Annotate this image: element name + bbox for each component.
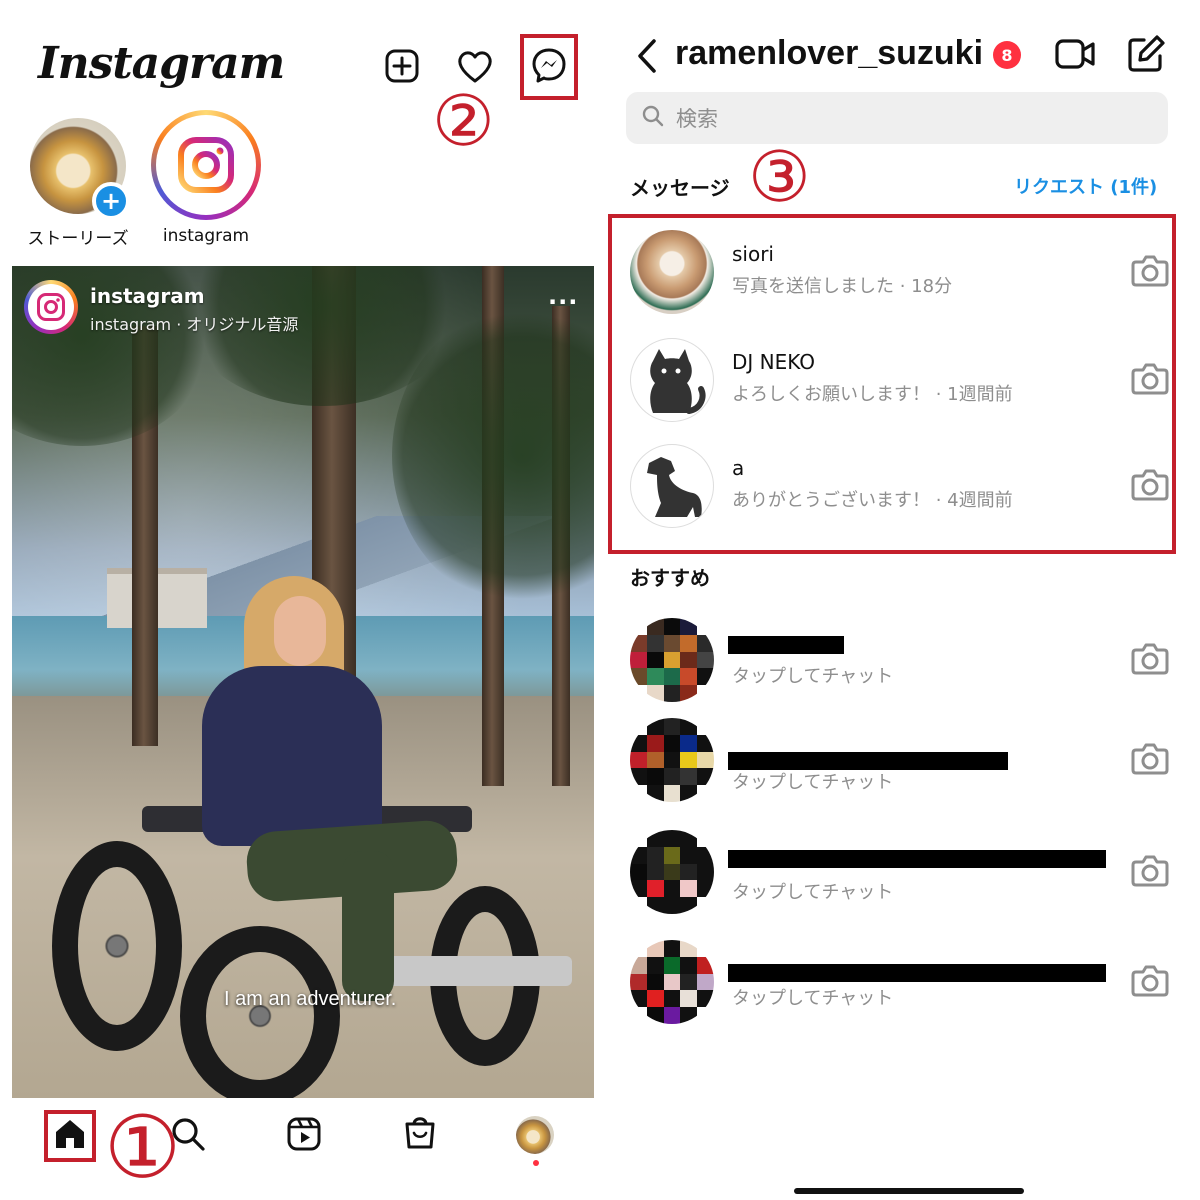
annotation-three: ③ <box>748 136 811 218</box>
story-instagram[interactable]: instagram <box>146 110 266 246</box>
notification-dot <box>533 1160 539 1166</box>
camera-icon[interactable] <box>1130 738 1170 778</box>
account-username[interactable]: ramenlover_suzuki <box>675 34 983 73</box>
add-story-icon[interactable]: + <box>92 182 130 220</box>
shop-icon[interactable] <box>398 1110 442 1154</box>
video-caption: I am an adventurer. <box>224 988 397 1010</box>
more-options-icon[interactable]: ··· <box>548 288 578 316</box>
own-avatar: + <box>30 118 130 220</box>
home-button[interactable] <box>44 1110 96 1162</box>
messages-heading: メッセージ <box>630 176 730 200</box>
person-body <box>202 666 382 846</box>
new-post-icon[interactable] <box>380 44 424 88</box>
message-row-siori[interactable]: siori 写真を送信しました · 18分 <box>630 230 1170 316</box>
message-preview: タップしてチャット <box>732 988 894 1009</box>
avatar <box>630 230 714 314</box>
person-face <box>274 596 326 666</box>
story-ring <box>151 110 261 220</box>
profile-avatar-tab[interactable] <box>516 1116 554 1154</box>
message-preview: ありがとうございます！ · 4週間前 <box>732 490 1013 511</box>
story-label: ストーリーズ <box>27 229 129 249</box>
camera-icon[interactable] <box>1130 638 1170 678</box>
message-row-a[interactable]: a ありがとうございます！ · 4週間前 <box>630 444 1170 530</box>
suggested-heading: おすすめ <box>630 566 710 590</box>
feed-post-media[interactable]: instagram instagram · オリジナル音源 ··· I am a… <box>12 266 594 1098</box>
camera-icon[interactable] <box>1130 250 1170 290</box>
redacted-name <box>728 850 1106 868</box>
suggested-row[interactable]: タップしてチャット <box>630 718 1170 804</box>
pixelated-avatar <box>630 940 714 1024</box>
redacted-name <box>728 636 844 654</box>
message-row-djneko[interactable]: DJ NEKO よろしくお願いします！ · 1週間前 <box>630 338 1170 424</box>
person-shin <box>342 851 394 1001</box>
messenger-button[interactable] <box>520 34 578 100</box>
annotation-one: ① <box>104 1098 182 1198</box>
instagram-logo-icon <box>156 115 256 215</box>
video-call-icon[interactable] <box>1054 36 1096 72</box>
post-subtitle[interactable]: instagram · オリジナル音源 <box>90 311 298 335</box>
home-icon <box>53 1117 87 1155</box>
search-placeholder: 検索 <box>676 107 718 131</box>
pixelated-avatar <box>630 718 714 802</box>
cat-icon <box>650 349 706 414</box>
back-chevron-icon[interactable] <box>632 36 662 76</box>
search-icon <box>642 105 664 131</box>
story-label: instagram <box>162 226 250 246</box>
camera-icon[interactable] <box>1130 850 1170 890</box>
requests-link[interactable]: リクエスト (1件) <box>1014 173 1157 199</box>
message-preview: タップしてチャット <box>732 772 894 793</box>
message-preview: 写真を送信しました · 18分 <box>732 276 953 297</box>
post-avatar[interactable] <box>24 280 78 334</box>
unread-badge: 8 <box>993 41 1021 69</box>
search-bar[interactable]: 検索 <box>626 92 1168 144</box>
contact-name: a <box>732 456 745 480</box>
camera-icon[interactable] <box>1130 358 1170 398</box>
suggested-row[interactable]: タップしてチャット <box>630 940 1170 1026</box>
suggested-row[interactable]: タップしてチャット <box>630 830 1170 916</box>
post-username[interactable]: instagram <box>90 284 205 308</box>
reels-icon[interactable] <box>282 1112 326 1156</box>
camera-icon[interactable] <box>1130 960 1170 1000</box>
annotation-two: ② <box>432 80 495 162</box>
message-preview: タップしてチャット <box>732 666 894 687</box>
messenger-icon <box>530 46 568 88</box>
pixelated-avatar <box>630 830 714 914</box>
dog-icon <box>647 457 702 517</box>
new-message-icon[interactable] <box>1126 34 1166 74</box>
home-indicator <box>794 1188 1024 1194</box>
pixelated-avatar <box>630 618 714 702</box>
camera-icon[interactable] <box>1130 464 1170 504</box>
avatar <box>630 338 714 422</box>
contact-name: DJ NEKO <box>732 350 816 374</box>
redacted-name <box>728 964 1106 982</box>
story-own[interactable]: + ストーリーズ <box>18 118 138 249</box>
instagram-logo: Instagram <box>38 38 285 89</box>
message-preview: タップしてチャット <box>732 882 894 903</box>
avatar <box>630 444 714 528</box>
contact-name: siori <box>732 242 774 266</box>
wheel <box>52 841 182 1051</box>
message-preview: よろしくお願いします！ · 1週間前 <box>732 384 1013 405</box>
wheel <box>180 926 340 1098</box>
suggested-row[interactable]: タップしてチャット <box>630 618 1170 704</box>
